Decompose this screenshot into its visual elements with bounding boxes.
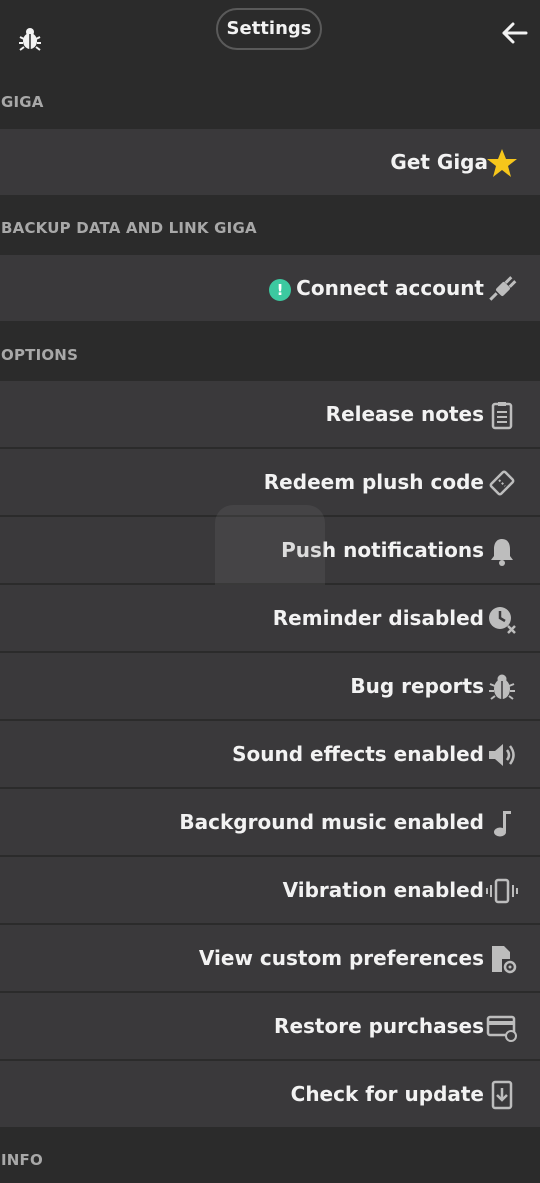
vibration-icon [486, 878, 518, 904]
row-label: View custom preferences [198, 946, 484, 970]
top-bar: Settings [0, 0, 540, 79]
sound-effects-toggle[interactable]: Sound effects enabled [0, 721, 540, 787]
row-label: Check for update [290, 1082, 484, 1106]
clock-off-icon [489, 607, 516, 634]
row-label: Reminder disabled [272, 606, 484, 630]
bug-icon[interactable] [16, 25, 44, 53]
release-notes-button[interactable]: Release notes [0, 381, 540, 447]
section-header-giga: GIGA [1, 93, 44, 111]
page-title: Settings [216, 8, 322, 50]
connect-account-button[interactable]: ! Connect account [0, 255, 540, 321]
custom-preferences-button[interactable]: View custom preferences [0, 925, 540, 991]
row-label: Restore purchases [274, 1014, 484, 1038]
alert-badge: ! [269, 279, 291, 301]
section-header-options: OPTIONS [1, 346, 79, 364]
reminder-button[interactable]: Reminder disabled [0, 585, 540, 651]
row-label: Sound effects enabled [232, 742, 484, 766]
row-label: Bug reports [350, 674, 484, 698]
row-label: Connect account [296, 276, 484, 300]
ticket-icon [489, 470, 515, 496]
restore-purchases-button[interactable]: Restore purchases [0, 993, 540, 1059]
check-update-button[interactable]: Check for update [0, 1061, 540, 1127]
plug-icon [489, 276, 517, 301]
star-icon [487, 149, 517, 177]
section-header-backup: BACKUP DATA AND LINK GIGA [1, 219, 257, 237]
file-gear-icon [492, 946, 517, 974]
arrow-left-icon[interactable] [500, 18, 530, 48]
bug-icon [489, 674, 515, 700]
row-label: Get Giga [390, 150, 488, 174]
download-icon [491, 1080, 513, 1110]
background-music-toggle[interactable]: Background music enabled [0, 789, 540, 855]
bug-reports-button[interactable]: Bug reports [0, 653, 540, 719]
row-label: Release notes [325, 402, 484, 426]
clipboard-icon [491, 402, 513, 430]
music-note-icon [494, 811, 511, 837]
bell-icon [491, 539, 513, 566]
vibration-toggle[interactable]: Vibration enabled [0, 857, 540, 923]
row-label: Background music enabled [179, 810, 484, 834]
speaker-icon [489, 744, 515, 766]
card-refresh-icon [486, 1015, 517, 1042]
row-label: Vibration enabled [282, 878, 484, 902]
get-giga-button[interactable]: Get Giga [0, 129, 540, 195]
